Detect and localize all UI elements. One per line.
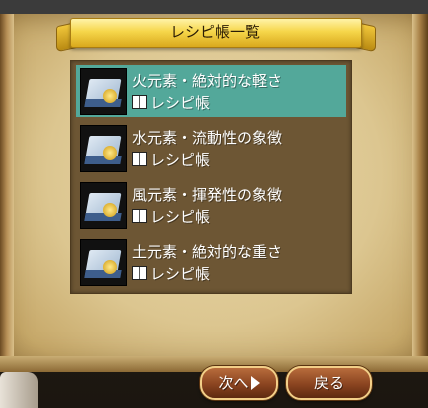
recipe-book-icon — [80, 68, 127, 115]
recipe-row[interactable]: 水元素・流動性の象徴 レシピ帳 — [76, 122, 346, 174]
recipe-type: レシピ帳 — [132, 206, 210, 227]
recipe-book-icon — [80, 125, 127, 172]
recipe-book-icon — [80, 239, 127, 286]
book-right-edge — [412, 14, 428, 368]
recipe-list: 火元素・絶対的な軽さ レシピ帳 水元素・流動性の象徴 レシピ帳 風元素・揮発性の… — [70, 60, 352, 294]
recipe-name: 風元素・揮発性の象徴 — [132, 186, 283, 204]
recipe-book-icon — [80, 182, 127, 229]
recipe-name: 火元素・絶対的な軽さ — [132, 72, 283, 90]
next-button-label: 次へ — [218, 374, 249, 392]
book-left-edge — [0, 14, 14, 368]
recipe-name: 水元素・流動性の象徴 — [132, 129, 283, 147]
title-banner: レシピ帳一覧 — [56, 10, 376, 53]
window-title: レシピ帳一覧 — [169, 23, 260, 41]
book-icon — [132, 152, 147, 166]
player-character-partial — [0, 372, 38, 408]
recipe-row[interactable]: 風元素・揮発性の象徴 レシピ帳 — [76, 179, 346, 231]
recipe-name: 土元素・絶対的な重さ — [132, 243, 283, 261]
recipe-row[interactable]: 火元素・絶対的な軽さ レシピ帳 — [76, 65, 346, 117]
recipe-type: レシピ帳 — [132, 263, 210, 284]
recipe-type: レシピ帳 — [132, 149, 210, 170]
book-icon — [132, 95, 147, 109]
back-button-label: 戻る — [313, 374, 344, 392]
book-icon — [132, 209, 147, 223]
book-icon — [132, 266, 147, 280]
recipe-type: レシピ帳 — [132, 92, 210, 113]
next-button[interactable]: 次へ — [200, 366, 278, 400]
back-button[interactable]: 戻る — [286, 366, 372, 400]
recipe-row[interactable]: 土元素・絶対的な重さ レシピ帳 — [76, 236, 346, 288]
arrow-right-icon — [250, 376, 260, 390]
